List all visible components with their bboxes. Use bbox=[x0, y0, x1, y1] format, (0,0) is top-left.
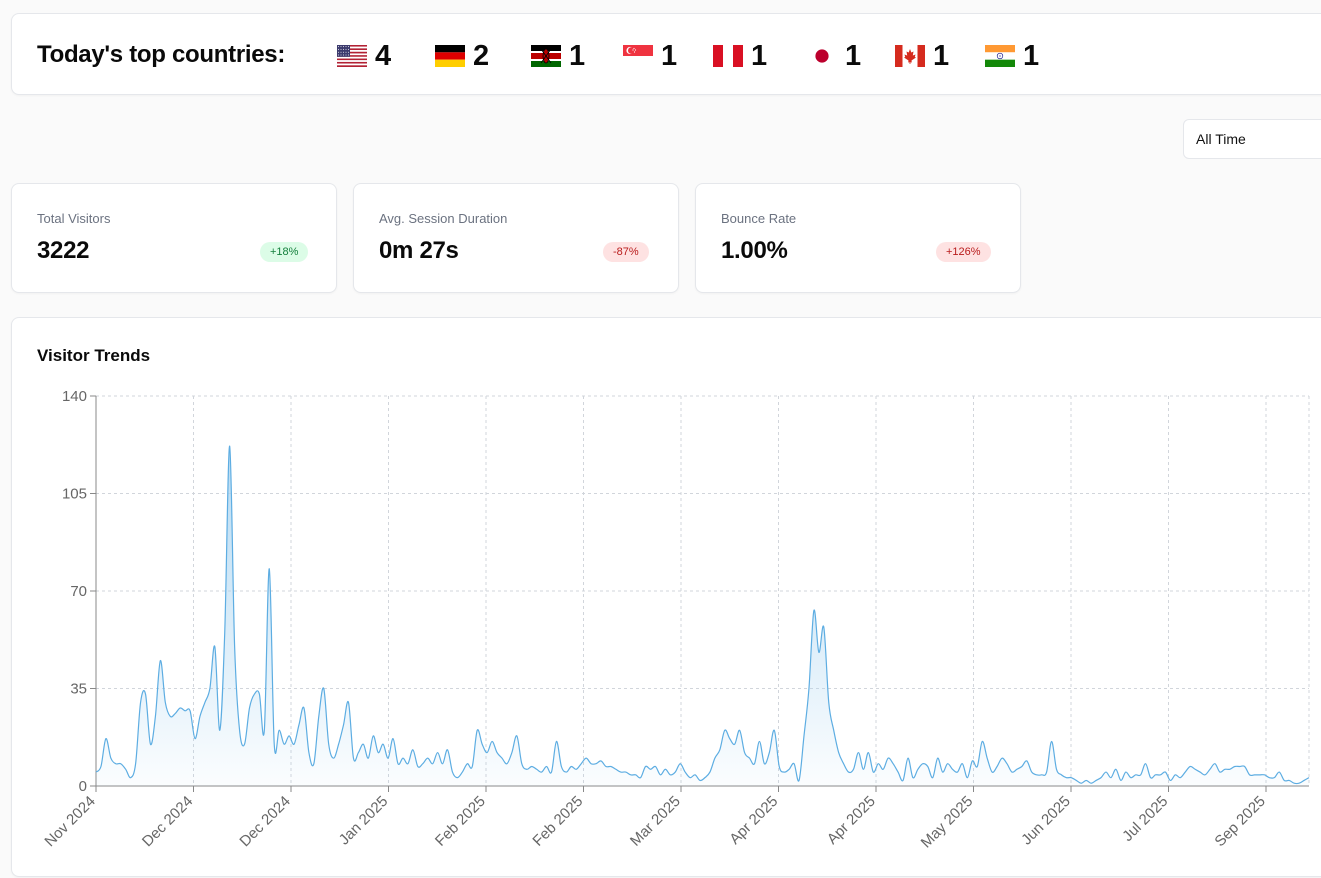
top-countries-title: Today's top countries: bbox=[37, 41, 286, 68]
country-item: 1 bbox=[807, 40, 861, 72]
stat-card-total-visitors: Total Visitors 3222 +18% bbox=[11, 183, 337, 293]
kenya-flag-icon bbox=[531, 45, 561, 67]
stat-value: 1.00% bbox=[721, 237, 788, 264]
canada-flag-icon bbox=[895, 45, 925, 67]
peru-flag-icon bbox=[713, 45, 743, 67]
x-tick-label: Mar 2025 bbox=[627, 793, 684, 850]
country-count: 2 bbox=[473, 40, 490, 72]
country-item: 2 bbox=[435, 40, 489, 72]
x-tick-label: Jan 2025 bbox=[336, 793, 392, 849]
country-item: 1 bbox=[531, 40, 585, 72]
x-tick-label: Feb 2025 bbox=[529, 793, 586, 850]
x-tick-label: Apr 2025 bbox=[824, 793, 879, 848]
country-count: 1 bbox=[751, 40, 768, 72]
country-item: 1 bbox=[985, 40, 1039, 72]
visitor-trends-chart: 0 35 70 105 140 Nov 2024 Dec 2024 Dec 2024 Jan 2… bbox=[41, 388, 1310, 852]
stat-card-avg-session: Avg. Session Duration 0m 27s -87% bbox=[353, 183, 679, 293]
stat-label: Total Visitors bbox=[37, 211, 111, 226]
x-tick-label: Feb 2025 bbox=[432, 793, 489, 850]
stat-card-bounce-rate: Bounce Rate 1.00% +126% bbox=[695, 183, 1021, 293]
country-item: 4 bbox=[337, 40, 391, 72]
stat-value: 0m 27s bbox=[379, 237, 459, 264]
time-range-select[interactable]: All Time bbox=[1183, 119, 1321, 159]
time-range-value: All Time bbox=[1196, 131, 1246, 147]
country-count: 1 bbox=[1023, 40, 1040, 72]
visitors-line bbox=[95, 445, 1310, 785]
x-tick-label: Jun 2025 bbox=[1018, 793, 1074, 849]
x-tick-label: Dec 2024 bbox=[139, 793, 196, 850]
y-tick-label: 0 bbox=[79, 778, 87, 795]
x-tick-label: May 2025 bbox=[918, 793, 977, 852]
y-tick-label: 140 bbox=[62, 388, 87, 405]
japan-flag-icon bbox=[807, 45, 837, 67]
x-tick-label: Dec 2024 bbox=[236, 793, 293, 850]
visitor-trends-card: Visitor Trends 0 35 70 105 140 Nov 2024 Dec 20… bbox=[11, 317, 1321, 877]
y-tick-label: 105 bbox=[62, 486, 87, 503]
x-tick-label: Sep 2025 bbox=[1211, 793, 1268, 850]
top-countries-panel: Today's top countries: 4 2 1 1 1 1 1 1 bbox=[11, 13, 1321, 95]
country-count: 1 bbox=[661, 40, 678, 72]
country-count: 4 bbox=[375, 40, 392, 72]
x-tick-label: Jul 2025 bbox=[1119, 793, 1171, 845]
change-badge: +18% bbox=[260, 242, 309, 262]
country-count: 1 bbox=[569, 40, 586, 72]
change-badge: -87% bbox=[603, 242, 649, 262]
india-flag-icon bbox=[985, 45, 1015, 67]
country-item: 1 bbox=[895, 40, 949, 72]
country-item: 1 bbox=[713, 40, 767, 72]
x-tick-label: Nov 2024 bbox=[41, 793, 98, 850]
singapore-flag-icon bbox=[623, 45, 653, 67]
change-badge: +126% bbox=[936, 242, 991, 262]
stat-label: Bounce Rate bbox=[721, 211, 797, 226]
stat-label: Avg. Session Duration bbox=[379, 211, 508, 226]
germany-flag-icon bbox=[435, 45, 465, 67]
y-tick-label: 35 bbox=[70, 681, 87, 698]
country-count: 1 bbox=[933, 40, 950, 72]
us-flag-icon bbox=[337, 45, 367, 67]
country-count: 1 bbox=[845, 40, 862, 72]
x-tick-label: Apr 2025 bbox=[726, 793, 781, 848]
country-item: 1 bbox=[623, 40, 677, 72]
y-tick-label: 70 bbox=[70, 583, 87, 600]
stat-value: 3222 bbox=[37, 237, 90, 264]
